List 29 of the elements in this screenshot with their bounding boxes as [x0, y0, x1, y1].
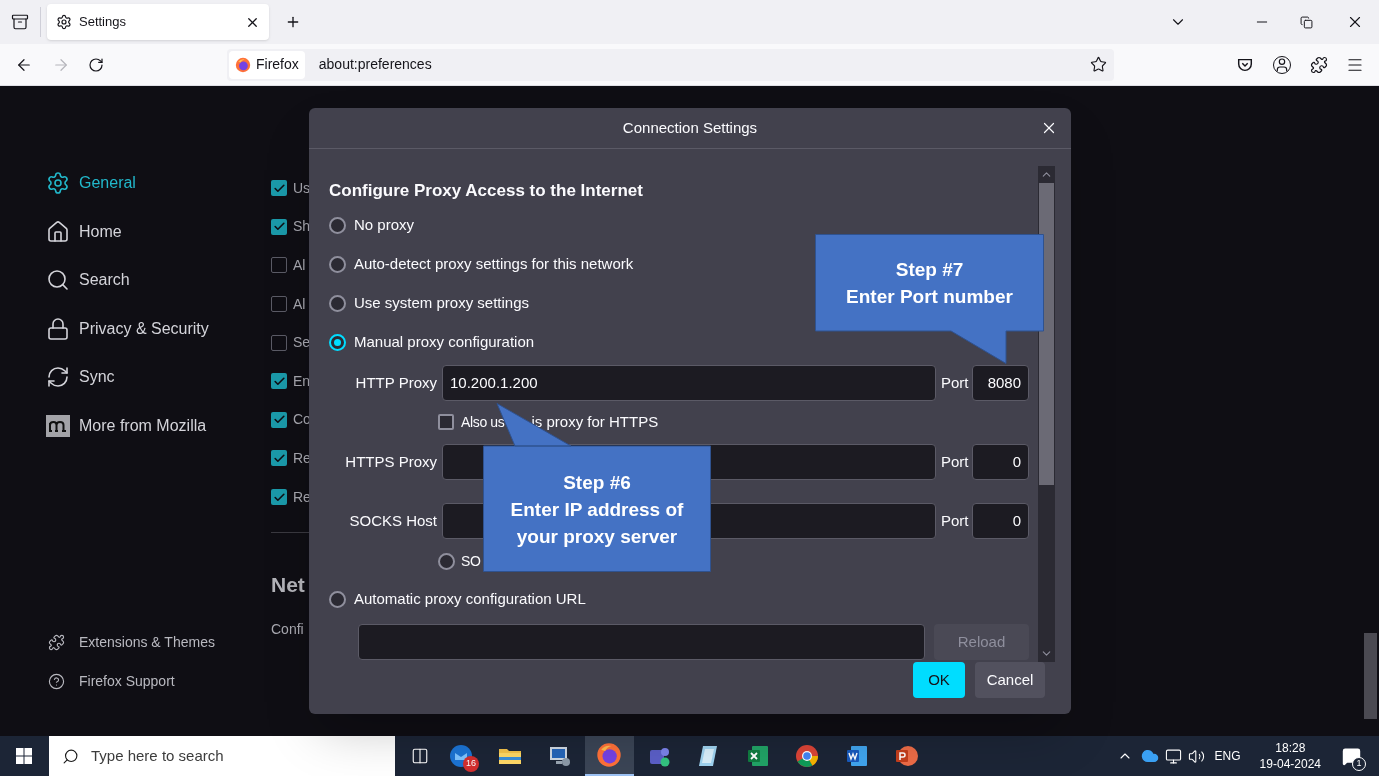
radio-label: Manual proxy configuration — [354, 332, 535, 353]
url-text: about:preferences — [318, 55, 433, 74]
count-badge: 16 — [463, 756, 479, 772]
field-label: HTTP Proxy — [354, 372, 437, 393]
dialog-heading: Configure Proxy Access to the Internet — [329, 180, 644, 202]
port-label: Port — [941, 510, 967, 531]
radio-label: SO — [461, 551, 481, 571]
section-heading: Net — [271, 572, 306, 599]
callout-text: Step #6 Enter IP address of your proxy server — [510, 470, 684, 549]
tab-title: Settings — [79, 13, 127, 32]
radio-label: Automatic proxy configuration URL — [354, 589, 586, 610]
callout-text: Step #7 Enter Port number — [846, 257, 1013, 309]
checkbox-label: Se — [293, 333, 311, 353]
radio-label: Use system proxy settings — [354, 293, 530, 314]
dialog-title: Connection Settings — [622, 117, 758, 138]
radio-label: Auto-detect proxy settings for this network — [354, 254, 634, 275]
checkbox-label: En — [293, 371, 311, 391]
port-label: Port — [941, 372, 967, 393]
checkbox-label: Al — [293, 294, 306, 314]
checkbox-label: Sh — [293, 217, 311, 237]
section-text: Confi — [271, 619, 305, 639]
field-label: HTTPS Proxy — [344, 451, 437, 472]
notification-count: 1 — [1352, 757, 1366, 771]
port-label: Port — [941, 451, 967, 472]
checkbox-label: Also us — [461, 412, 505, 432]
radio-label: No proxy — [354, 215, 415, 236]
field-label: SOCKS Host — [348, 510, 437, 531]
checkbox-label: Al — [293, 256, 306, 275]
checkbox-label: Us — [293, 178, 311, 198]
